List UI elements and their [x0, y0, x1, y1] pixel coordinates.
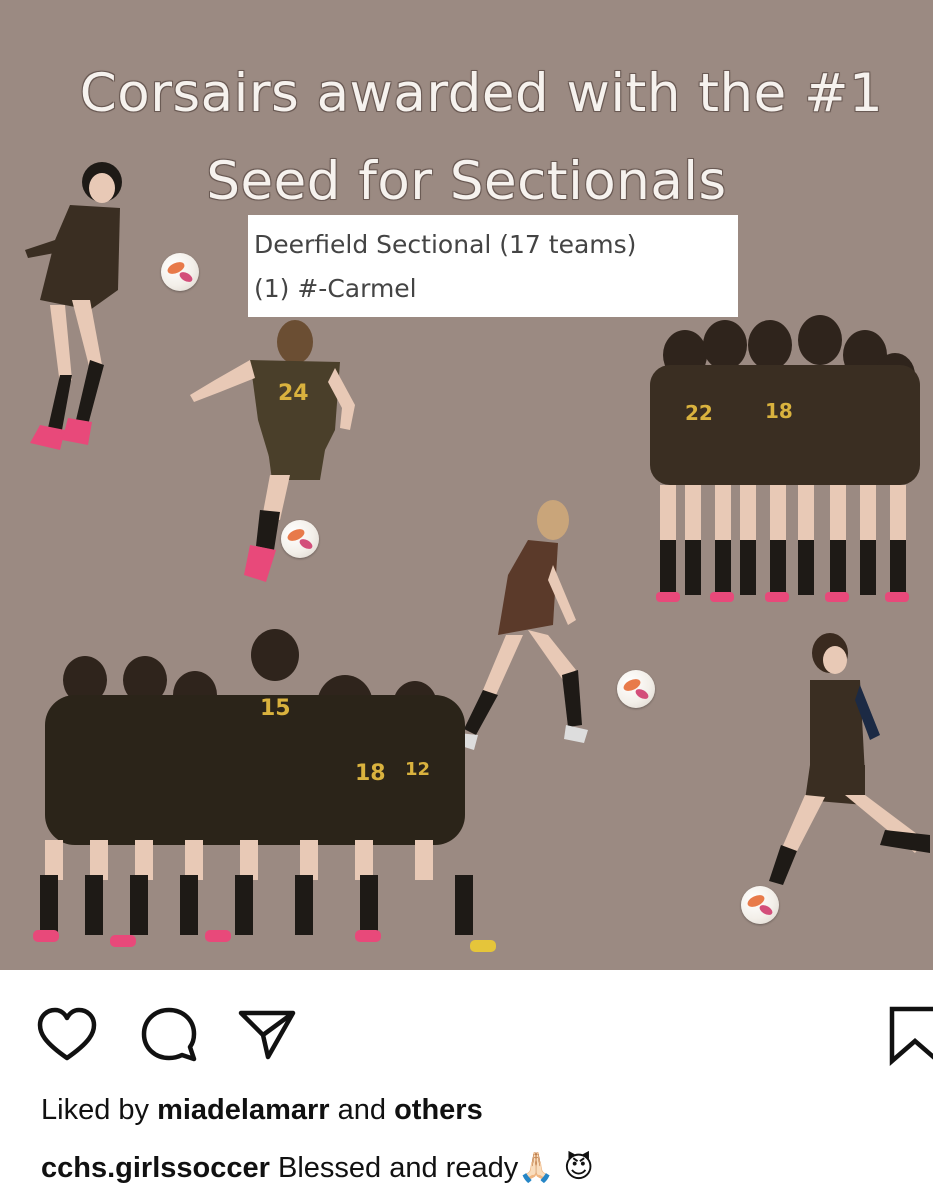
- likes-summary: Liked by miadelamarr and others: [41, 1094, 483, 1127]
- post-image[interactable]: Corsairs awarded with the #1 Seed for Se…: [0, 0, 933, 970]
- soccer-ball-image: [161, 253, 199, 291]
- team-celebration-image: 15 18 12: [33, 629, 496, 952]
- comment-bubble-icon[interactable]: [138, 1005, 200, 1067]
- caption-emojis: 🙏🏻 😈: [518, 1150, 594, 1184]
- jersey-number: 15: [260, 696, 291, 721]
- player-cutout-image: [25, 162, 122, 450]
- caption-username-link[interactable]: cchs.girlssoccer: [41, 1152, 270, 1184]
- post-image-title-line1: Corsairs awarded with the #1: [79, 63, 884, 124]
- heart-icon[interactable]: [36, 1005, 98, 1067]
- jersey-number: 18: [765, 399, 793, 423]
- jersey-number: 22: [685, 401, 713, 425]
- paper-plane-icon[interactable]: [236, 1005, 298, 1067]
- likes-connector: and: [337, 1094, 387, 1126]
- jersey-number: 12: [405, 759, 430, 780]
- caption-text: Blessed and ready: [277, 1152, 519, 1184]
- likes-prefix: Liked by: [41, 1094, 150, 1126]
- post-caption: cchs.girlssoccer Blessed and ready🙏🏻 😈: [41, 1150, 594, 1185]
- bookmark-icon[interactable]: [888, 1005, 933, 1067]
- player-cutout-image: 24: [190, 320, 355, 582]
- jersey-number: 18: [355, 761, 386, 786]
- player-cutout-image: [769, 633, 930, 885]
- post-image-title-line2: Seed for Sectionals: [206, 151, 727, 212]
- likes-others-link[interactable]: others: [394, 1094, 483, 1126]
- soccer-ball-image: [617, 670, 655, 708]
- jersey-number: 24: [278, 381, 309, 406]
- team-huddle-image: 22 18: [650, 315, 920, 602]
- sectional-name: Deerfield Sectional (17 teams): [254, 230, 637, 259]
- liker-username-link[interactable]: miadelamarr: [157, 1094, 330, 1126]
